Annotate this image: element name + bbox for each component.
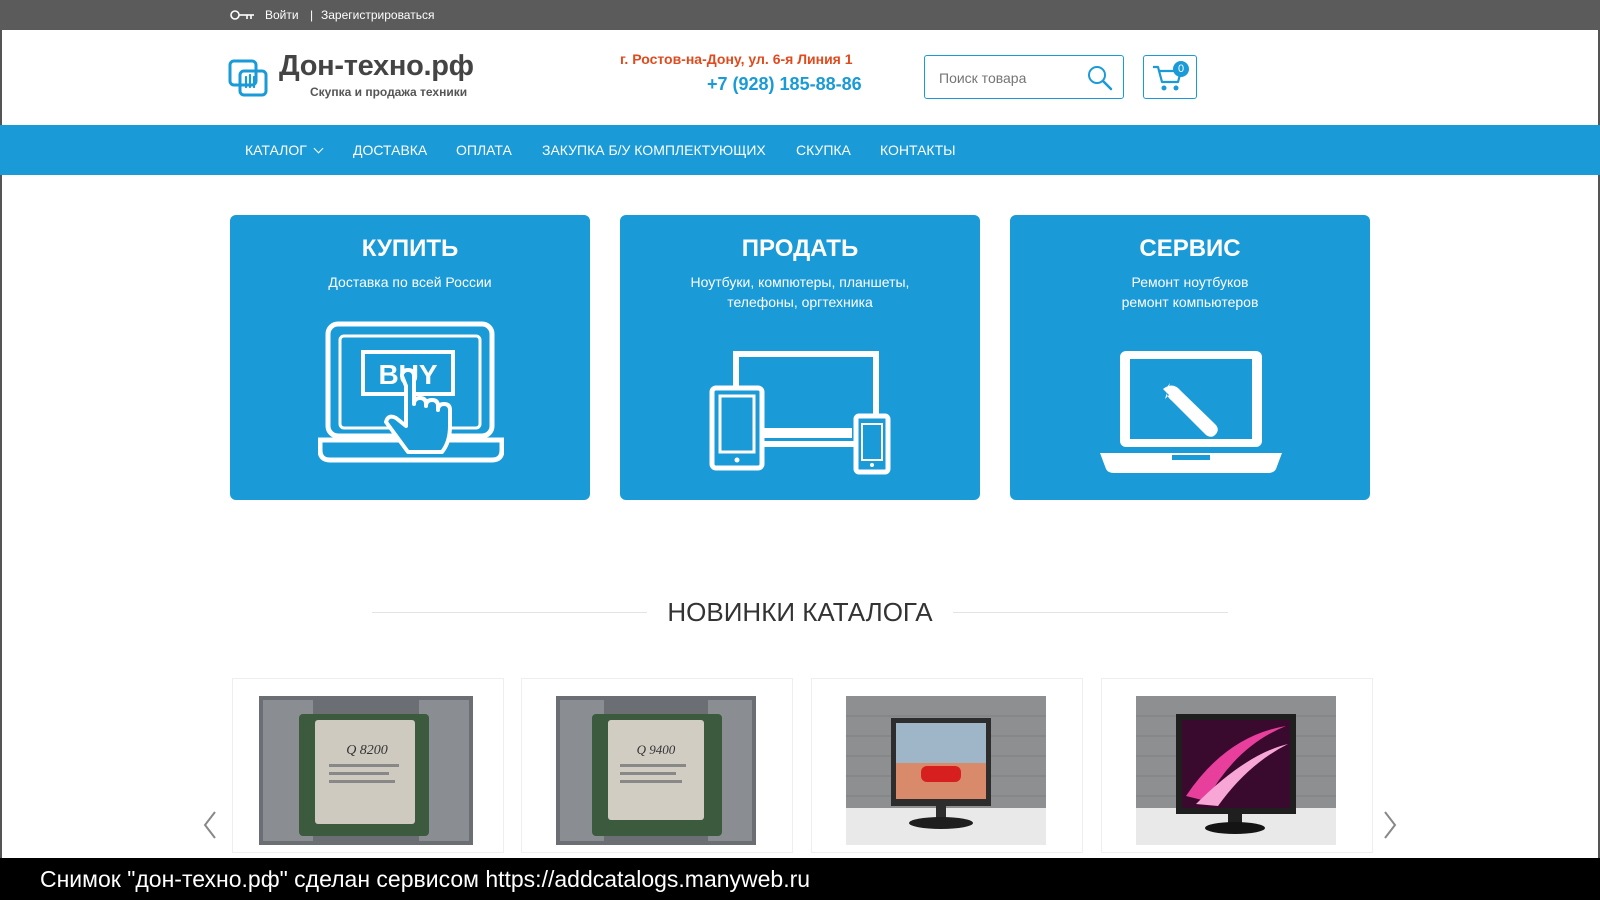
search-icon[interactable] (1087, 65, 1113, 91)
logo-icon[interactable] (228, 55, 270, 99)
devices-icon (709, 351, 891, 475)
nav-item-payment[interactable]: ОПЛАТА (456, 142, 512, 158)
logo-title[interactable]: Дон-техно.рф (279, 50, 474, 83)
carousel-prev-arrow[interactable] (203, 810, 217, 840)
cart-count-badge: 0 (1173, 61, 1189, 77)
search-box (924, 55, 1124, 99)
chevron-down-icon (313, 143, 324, 154)
product-card[interactable] (811, 678, 1083, 853)
top-bar: Войти | Зарегистрироваться (0, 0, 1600, 30)
laptop-wrench-icon (1100, 351, 1282, 473)
card-description: Ремонт ноутбуков ремонт компьютеров (1121, 274, 1259, 310)
card-title: КУПИТЬ (361, 235, 459, 262)
cart-button[interactable]: 0 (1143, 55, 1197, 99)
product-image (1136, 696, 1336, 845)
nav-item-contacts[interactable]: КОНТАКТЫ (880, 142, 956, 158)
product-image (846, 696, 1046, 845)
buy-laptop-icon: BUY (318, 321, 504, 463)
card-description: Ноутбуки, компютеры, планшеты, телефоны, … (690, 274, 910, 310)
nav-item-purchase-used-parts[interactable]: ЗАКУПКА Б/У КОМПЛЕКТУЮЩИХ (542, 142, 766, 158)
phone-number[interactable]: +7 (928) 185-88-86 (707, 74, 862, 95)
nav-item-label: КАТАЛОГ (245, 142, 307, 158)
login-link[interactable]: Войти (265, 8, 299, 22)
logo-subtitle: Скупка и продажа техники (310, 85, 468, 99)
topbar-separator: | (310, 8, 314, 22)
nav-item-delivery[interactable]: ДОСТАВКА (353, 142, 427, 158)
card-sell[interactable]: ПРОДАТЬ Ноутбуки, компютеры, планшеты, те… (620, 215, 980, 500)
screenshot-caption: Снимок "дон-техно.рф" сделан сервисом ht… (0, 858, 1600, 900)
card-description: Доставка по всей России (328, 274, 492, 290)
nav-item-catalog[interactable]: КАТАЛОГ (245, 142, 324, 158)
search-input[interactable] (937, 66, 1081, 90)
register-link[interactable]: Зарегистрироваться (321, 8, 434, 22)
svg-text:Q 9400: Q 9400 (637, 742, 676, 757)
store-address: г. Ростов-на-Дону, ул. 6-я Линия 1 (620, 51, 853, 67)
product-card[interactable]: Q 9400 (521, 678, 793, 853)
section-title: НОВИНКИ КАТАЛОГА (667, 597, 933, 627)
product-image: Q 8200 (259, 696, 473, 845)
key-icon (230, 10, 254, 20)
carousel-next-arrow[interactable] (1383, 810, 1397, 840)
product-card[interactable] (1101, 678, 1373, 853)
main-nav: КАТАЛОГ ДОСТАВКА ОПЛАТА ЗАКУПКА Б/У КОМП… (0, 125, 1600, 175)
card-title: СЕРВИС (1139, 235, 1241, 262)
product-image: Q 9400 (556, 696, 756, 845)
card-buy[interactable]: КУПИТЬ Доставка по всей России BUY (230, 215, 590, 500)
card-title: ПРОДАТЬ (741, 235, 859, 262)
card-service[interactable]: СЕРВИС Ремонт ноутбуков ремонт компьютеро… (1010, 215, 1370, 500)
nav-item-buyback[interactable]: СКУПКА (796, 142, 851, 158)
product-card[interactable]: Q 8200 (232, 678, 504, 853)
svg-text:Q 8200: Q 8200 (346, 743, 388, 758)
